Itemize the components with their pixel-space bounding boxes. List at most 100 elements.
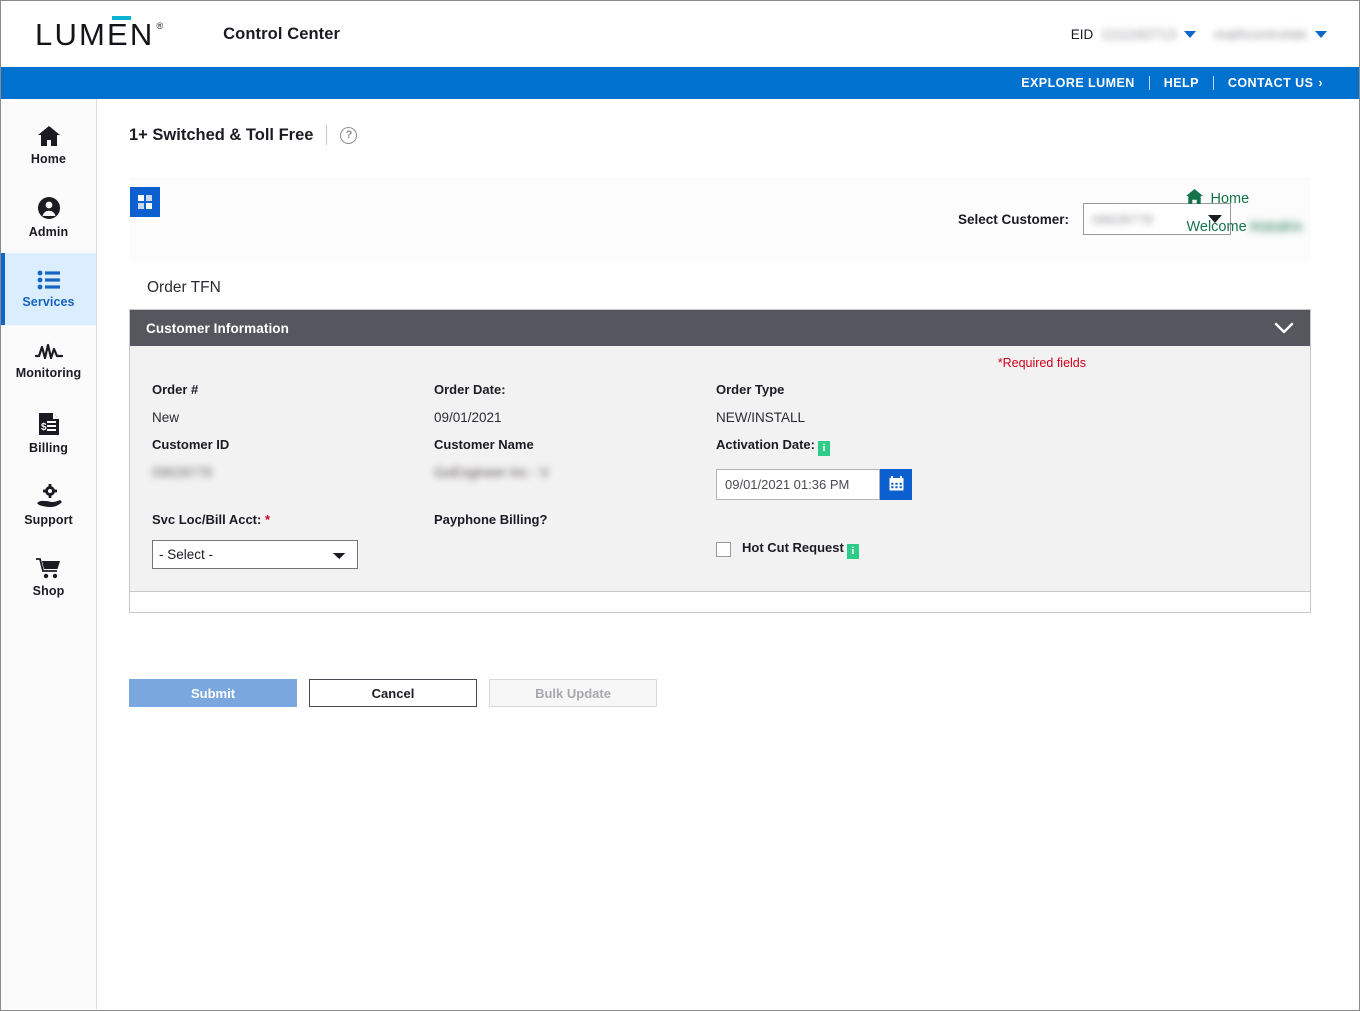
activation-date-control <box>716 469 1036 500</box>
main-content: 1+ Switched & Toll Free ? Select Custome… <box>97 99 1359 1009</box>
field-order-date: Order Date: 09/01/2021 <box>434 382 716 425</box>
field-svc-loc-bill-acct: Svc Loc/Bill Acct: * - Select - <box>152 512 434 569</box>
sidebar-item-label: Home <box>30 151 67 166</box>
invoice-icon: $ <box>38 412 60 436</box>
order-type-label: Order Type <box>716 382 785 397</box>
home-icon <box>37 125 61 147</box>
form-actions: Submit Cancel Bulk Update <box>129 679 1311 707</box>
sidebar-item-admin[interactable]: Admin <box>1 181 96 253</box>
chevron-right-icon: › <box>1318 76 1323 90</box>
chevron-down-icon[interactable] <box>1315 30 1327 38</box>
customer-name-value: GoEngineer Inc - V <box>434 465 549 480</box>
calendar-icon <box>889 475 904 494</box>
page-title: 1+ Switched & Toll Free <box>129 125 314 144</box>
sidebar-item-monitoring[interactable]: Monitoring <box>1 325 96 397</box>
form-row-3: Svc Loc/Bill Acct: * - Select - Payphone… <box>152 512 1288 569</box>
panel-footer-strip <box>129 591 1311 613</box>
nav-help[interactable]: HELP <box>1150 76 1213 90</box>
nav-divider <box>1212 76 1214 90</box>
cart-icon <box>35 557 62 579</box>
field-payphone-billing: Payphone Billing? <box>434 512 716 569</box>
customer-information-body: *Required fields Order # New Order Date:… <box>130 346 1310 591</box>
form-row-1: Order # New Order Date: 09/01/2021 Order… <box>152 382 1288 425</box>
calendar-button[interactable] <box>880 469 912 500</box>
sidebar-item-home[interactable]: Home <box>1 109 96 181</box>
field-customer-name: Customer Name GoEngineer Inc - V <box>434 437 716 500</box>
bulk-update-button: Bulk Update <box>489 679 657 707</box>
home-link[interactable]: Home <box>1186 189 1249 208</box>
divider <box>326 125 328 145</box>
sidebar-item-billing[interactable]: $ Billing <box>1 397 96 469</box>
chevron-down-icon[interactable] <box>1184 30 1197 38</box>
sidebar-item-label: Services <box>22 294 75 309</box>
hot-cut-row: Hot Cut Request i <box>716 540 1036 559</box>
app-title: Control Center <box>223 24 341 43</box>
field-customer-id: Customer ID 09628778 <box>152 437 434 500</box>
activation-date-label-text: Activation Date: <box>716 437 815 452</box>
page-body: Home Admin Services Monitoring $ Billing… <box>1 99 1359 1009</box>
page-header: 1+ Switched & Toll Free ? <box>97 99 1359 145</box>
activation-date-input[interactable] <box>716 469 880 500</box>
user-menu[interactable]: mathcontrolski <box>1214 27 1327 42</box>
field-hot-cut-request: Hot Cut Request i <box>716 512 1036 569</box>
sidebar-item-services[interactable]: Services <box>1 253 96 325</box>
sidebar-item-label: Billing <box>29 440 68 455</box>
customer-name-label: Customer Name <box>434 437 534 452</box>
customer-information-header[interactable]: Customer Information <box>130 310 1310 346</box>
sidebar-item-shop[interactable]: Shop <box>1 541 96 613</box>
welcome-line: Welcome ktatakis <box>1186 219 1303 235</box>
user-circle-icon <box>37 196 61 220</box>
nav-contact-us[interactable]: CONTACT US › <box>1214 76 1337 90</box>
hot-cut-spacer <box>716 512 1036 527</box>
eid-value: 1111162713 <box>1101 26 1177 42</box>
field-order-type: Order Type NEW/INSTALL <box>716 382 1036 425</box>
home-welcome-block: Home Welcome ktatakis <box>1186 189 1303 235</box>
welcome-user-name: ktatakis <box>1250 219 1303 235</box>
nav-contact-us-label: CONTACT US <box>1227 76 1314 90</box>
sidebar-item-support[interactable]: Support <box>1 469 96 541</box>
grid-icon <box>137 194 153 210</box>
customer-selection-bar: Select Customer: 09628778 Home Welcome k… <box>129 177 1311 261</box>
form-row-2: Customer ID 09628778 Customer Name GoEng… <box>152 437 1288 500</box>
left-sidebar: Home Admin Services Monitoring $ Billing… <box>1 99 97 1009</box>
customer-id-value: 09628778 <box>152 465 213 480</box>
field-activation-date: Activation Date: i <box>716 437 1036 500</box>
order-number-label: Order # <box>152 382 199 397</box>
welcome-label: Welcome <box>1186 219 1247 235</box>
payphone-billing-label: Payphone Billing? <box>434 512 548 527</box>
cancel-button[interactable]: Cancel <box>309 679 477 707</box>
sidebar-item-label: Support <box>24 512 73 527</box>
apps-grid-button[interactable] <box>130 187 160 217</box>
help-icon[interactable]: ? <box>340 126 358 144</box>
sidebar-item-label: Shop <box>32 583 65 598</box>
submit-button[interactable]: Submit <box>129 679 297 707</box>
svc-loc-label-text: Svc Loc/Bill Acct: <box>152 512 262 527</box>
required-asterisk: * <box>264 512 271 527</box>
hand-gear-icon <box>35 483 63 508</box>
collapse-toggle[interactable] <box>1274 322 1294 334</box>
lumen-logo-text: LUMEN <box>35 15 155 50</box>
nav-explore-lumen[interactable]: EXPLORE LUMEN <box>1007 76 1149 90</box>
lumen-logo[interactable]: LUMEN ® <box>35 15 164 50</box>
registered-mark: ® <box>156 20 164 31</box>
eid-label: EID <box>1070 26 1094 42</box>
home-icon <box>1186 189 1204 208</box>
order-type-value: NEW/INSTALL <box>716 410 806 425</box>
eid-selector[interactable]: EID 1111162713 <box>1071 27 1197 42</box>
sidebar-item-label: Monitoring <box>15 365 82 380</box>
svc-loc-select[interactable]: - Select - <box>152 540 358 569</box>
activation-date-label: Activation Date: i <box>716 437 1036 456</box>
customer-id-label: Customer ID <box>152 437 230 452</box>
order-date-label: Order Date: <box>434 382 506 397</box>
list-icon <box>37 270 61 290</box>
control-center-app: LUMEN ® Control Center EID 1111162713 ma… <box>0 0 1360 1011</box>
hot-cut-checkbox[interactable] <box>716 542 731 557</box>
info-icon[interactable]: i <box>846 544 859 559</box>
lumen-accent-bar <box>112 15 131 20</box>
info-icon[interactable]: i <box>817 441 830 456</box>
hot-cut-label: Hot Cut Request i <box>742 540 859 559</box>
pulse-icon <box>34 343 63 361</box>
hot-cut-label-text: Hot Cut Request <box>742 540 844 555</box>
order-tfn-section: Order TFN Customer Information *Required… <box>129 271 1311 707</box>
order-number-value: New <box>152 410 180 425</box>
